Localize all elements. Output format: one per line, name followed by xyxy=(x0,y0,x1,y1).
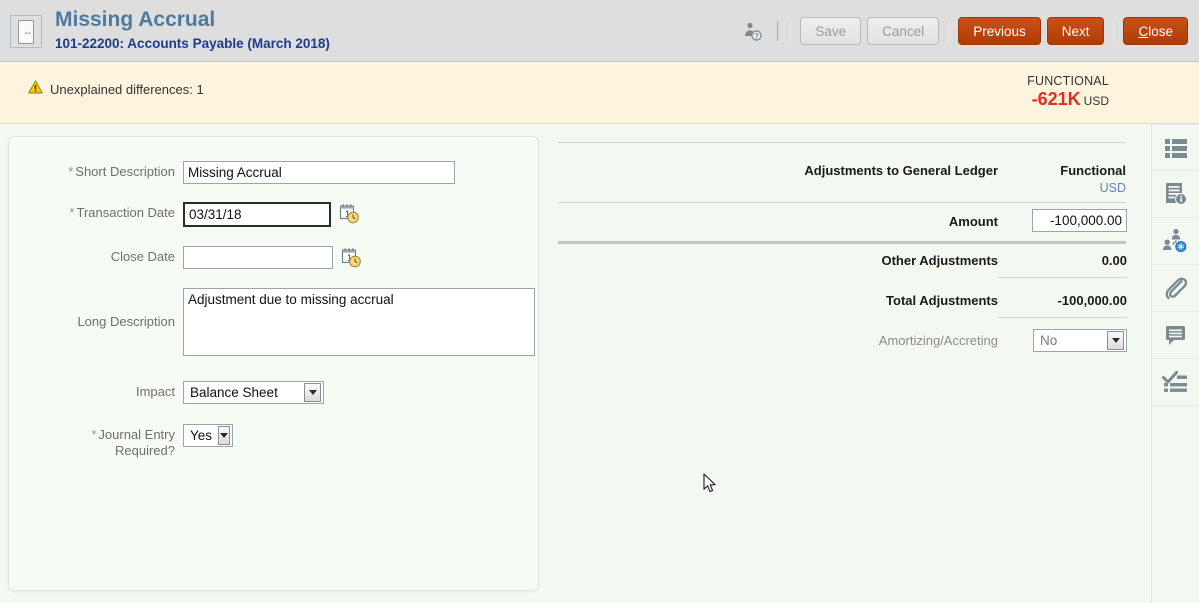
warning-message-text: Unexplained differences: 1 xyxy=(50,82,204,97)
rail-item-list[interactable] xyxy=(1152,124,1199,171)
warning-triangle-icon xyxy=(28,80,43,99)
required-marker: * xyxy=(69,205,74,220)
previous-button[interactable]: Previous xyxy=(958,17,1041,45)
toolbar-divider-3 xyxy=(948,21,949,41)
checklist-icon xyxy=(1162,370,1189,394)
rail-item-assignees[interactable] xyxy=(1152,218,1199,265)
amount-label: Amount xyxy=(818,214,998,229)
assign-preparer-icon[interactable]: ? xyxy=(739,18,765,44)
functional-amount-row: -621KUSD xyxy=(1027,89,1109,110)
long-description-label: Long Description xyxy=(9,314,175,330)
impact-select-value: Balance Sheet xyxy=(184,385,304,400)
page-title: Missing Accrual xyxy=(55,8,215,32)
field-close-date: Close Date 1 xyxy=(9,246,369,273)
transaction-date-input[interactable] xyxy=(183,202,331,227)
field-transaction-date: *Transaction Date 1 xyxy=(9,202,369,229)
functional-balance: FUNCTIONAL -621KUSD xyxy=(1027,74,1109,110)
calendar-clock-icon[interactable]: 1 xyxy=(339,202,360,229)
document-info-icon xyxy=(1163,181,1189,207)
content-area: *Short Description *Transaction Date 1 xyxy=(0,124,1199,603)
toolbar-divider-4 xyxy=(1113,21,1114,41)
warning-message: Unexplained differences: 1 xyxy=(28,80,204,99)
rail-item-details[interactable] xyxy=(1152,171,1199,218)
long-description-textarea[interactable]: Adjustment due to missing accrual xyxy=(183,288,535,356)
reconciliation-item-window: ↔ Missing Accrual 101-22200: Accounts Pa… xyxy=(0,0,1199,603)
calendar-clock-icon[interactable]: 1 xyxy=(341,246,362,273)
total-adjustments-value: -100,000.00 xyxy=(1008,293,1127,308)
journal-entry-required-select[interactable]: Yes xyxy=(183,424,233,447)
next-button[interactable]: Next xyxy=(1047,17,1105,45)
close-date-label: Close Date xyxy=(9,246,175,265)
functional-currency: USD xyxy=(1084,94,1109,108)
other-adjustments-label: Other Adjustments xyxy=(798,253,998,268)
assignees-icon xyxy=(1162,228,1189,254)
short-description-label: *Short Description xyxy=(9,161,175,180)
header-toolbar: ? Save Cancel Previous Next Close xyxy=(739,0,1191,62)
toolbar-divider-1 xyxy=(777,21,778,41)
field-long-description: Long Description Adjustment due to missi… xyxy=(9,288,541,356)
rail-item-attachments[interactable] xyxy=(1152,265,1199,312)
comment-icon xyxy=(1163,323,1189,347)
amortizing-select[interactable]: No xyxy=(1033,329,1127,352)
panel-collapse-icon[interactable]: ↔ xyxy=(10,15,42,48)
impact-label: Impact xyxy=(9,381,175,400)
divider-amount xyxy=(558,241,1126,244)
save-button[interactable]: Save xyxy=(800,17,861,45)
journal-entry-required-label: *Journal Entry Required? xyxy=(9,424,175,459)
divider-total xyxy=(998,317,1127,318)
field-journal-entry-required: *Journal Entry Required? Yes xyxy=(9,424,369,459)
short-description-input[interactable] xyxy=(183,161,455,184)
toolbar-divider-2 xyxy=(790,21,791,41)
divider-header xyxy=(558,202,1126,203)
rail-item-comments[interactable] xyxy=(1152,312,1199,359)
collapse-arrows: ↔ xyxy=(19,27,35,36)
divider-top xyxy=(558,142,1126,143)
collapse-glyph: ↔ xyxy=(18,20,34,44)
amount-input[interactable] xyxy=(1032,209,1127,232)
adjustments-panel: Adjustments to General Ledger Functional… xyxy=(556,136,1126,591)
currency-label: USD xyxy=(1008,181,1126,195)
other-adjustments-value: 0.00 xyxy=(1008,253,1127,268)
side-icon-rail xyxy=(1151,124,1199,603)
functional-amount: -621K xyxy=(1032,89,1081,109)
functional-label: FUNCTIONAL xyxy=(1027,74,1109,88)
page-subtitle: 101-22200: Accounts Payable (March 2018) xyxy=(55,36,330,51)
total-adjustments-label: Total Adjustments xyxy=(798,293,998,308)
paperclip-icon xyxy=(1163,275,1189,301)
transaction-date-label: *Transaction Date xyxy=(9,202,175,221)
chevron-down-icon xyxy=(218,426,230,445)
amortizing-label: Amortizing/Accreting xyxy=(798,333,998,348)
message-bar: Unexplained differences: 1 FUNCTIONAL -6… xyxy=(0,62,1199,124)
chevron-down-icon xyxy=(1107,331,1124,350)
chevron-down-icon xyxy=(304,383,321,402)
amortizing-select-value: No xyxy=(1034,333,1107,348)
cancel-button[interactable]: Cancel xyxy=(867,17,939,45)
detail-form-panel: *Short Description *Transaction Date 1 xyxy=(8,136,539,591)
required-marker: * xyxy=(91,427,96,442)
journal-entry-required-value: Yes xyxy=(184,428,218,443)
rail-item-checklist[interactable] xyxy=(1152,359,1199,406)
list-icon xyxy=(1163,136,1189,160)
close-button[interactable]: Close xyxy=(1123,17,1188,45)
adjustments-section-title: Adjustments to General Ledger xyxy=(676,163,998,178)
required-marker: * xyxy=(68,164,73,179)
divider-other xyxy=(998,277,1127,278)
window-header: ↔ Missing Accrual 101-22200: Accounts Pa… xyxy=(0,0,1199,62)
impact-select[interactable]: Balance Sheet xyxy=(183,381,324,404)
close-date-input[interactable] xyxy=(183,246,333,269)
field-impact: Impact Balance Sheet xyxy=(9,381,369,404)
svg-text:?: ? xyxy=(754,32,759,41)
field-short-description: *Short Description xyxy=(9,161,461,184)
functional-column-header: Functional xyxy=(1008,163,1126,178)
